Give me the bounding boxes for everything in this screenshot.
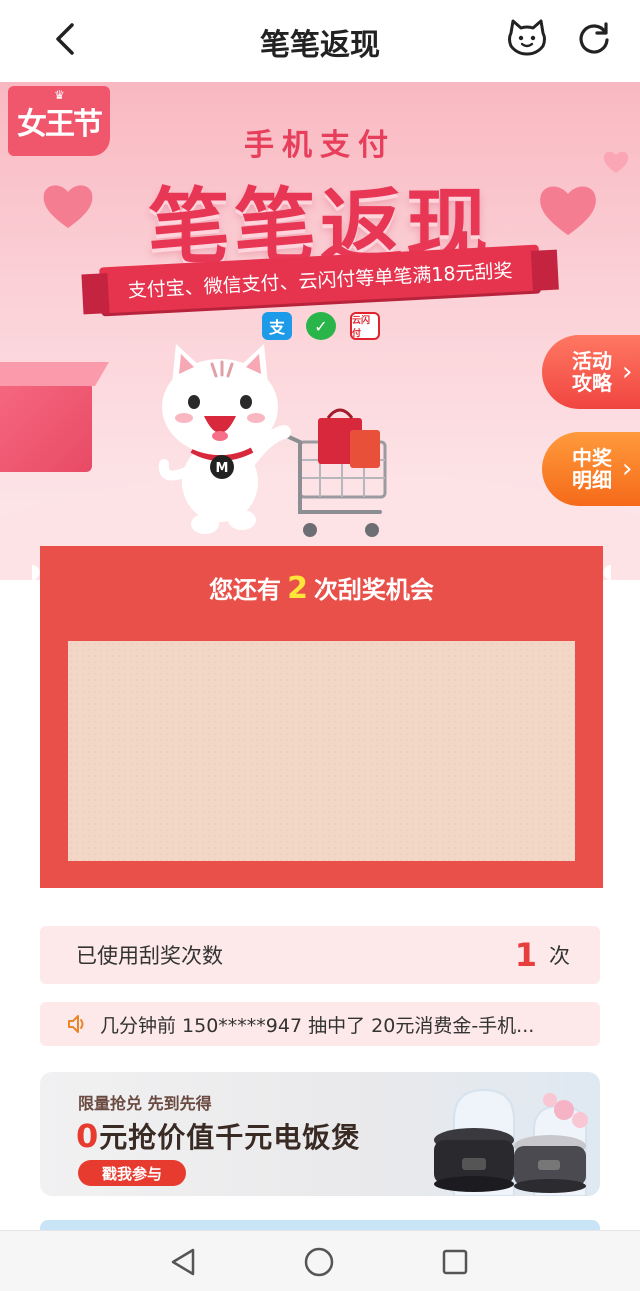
chevron-right-icon: ›: [622, 357, 633, 387]
activity-rules-button[interactable]: 活动攻略 ›: [542, 335, 640, 409]
svg-text:M: M: [216, 461, 229, 476]
square-recent-icon: [442, 1249, 468, 1275]
hero-subtitle: 手机支付: [244, 128, 396, 163]
ticker-message: 几分钟前 150*****947 抽中了 20元消费金-手机...: [100, 1014, 535, 1037]
android-navigation-bar: [0, 1230, 640, 1291]
triangle-back-icon: [171, 1248, 195, 1276]
promo-title: 0元抢价值千元电饭煲: [76, 1117, 361, 1155]
prize-details-button[interactable]: 中奖明细 ›: [542, 432, 640, 506]
used-scratch-count: 1: [514, 936, 537, 974]
cat-mascot-with-cart: M: [158, 344, 387, 537]
remaining-chances-text: 您还有 2 次刮奖机会: [209, 571, 434, 606]
chevron-right-icon: ›: [622, 454, 633, 484]
refresh-button[interactable]: [570, 14, 618, 62]
system-home-button[interactable]: [302, 1245, 336, 1279]
remaining-chances-count: 2: [287, 571, 308, 606]
speaker-icon: [68, 1015, 84, 1033]
scratch-area[interactable]: [68, 641, 575, 861]
top-navigation-bar: 笔笔返现: [0, 0, 640, 82]
promo-subtitle: 限量抢兑 先到先得: [78, 1094, 212, 1113]
used-scratch-count-row: 已使用刮奖次数 1 次: [40, 926, 600, 984]
used-scratch-label: 已使用刮奖次数: [76, 944, 223, 968]
refresh-icon: [579, 22, 609, 54]
used-scratch-unit: 次: [549, 944, 570, 968]
rice-cooker-promo-banner[interactable]: 限量抢兑 先到先得 0元抢价值千元电饭煲 戳我参与: [40, 1072, 600, 1196]
circle-home-icon: [304, 1247, 334, 1277]
next-banner-edge: [40, 1220, 600, 1230]
crown-icon: ♛: [54, 88, 65, 102]
join-promo-button[interactable]: 戳我参与: [78, 1160, 186, 1186]
winner-ticker: 几分钟前 150*****947 抽中了 20元消费金-手机...: [40, 1002, 600, 1046]
hero-banner: ♛ 女王节 手机支付 笔笔返现 支付宝、微信支付、云闪付等单笔满18元刮奖 支 …: [0, 82, 640, 580]
cat-face-icon: [508, 19, 546, 56]
system-back-button[interactable]: [166, 1245, 200, 1279]
system-recent-apps-button[interactable]: [438, 1245, 472, 1279]
ticket-notches: [595, 560, 611, 870]
ticket-notches: [32, 560, 48, 870]
rice-cooker-image: [434, 1088, 588, 1196]
mascot-menu-button[interactable]: [503, 14, 551, 62]
gift-box-decoration: [0, 382, 92, 472]
scratch-card: 您还有 2 次刮奖机会: [32, 546, 611, 888]
